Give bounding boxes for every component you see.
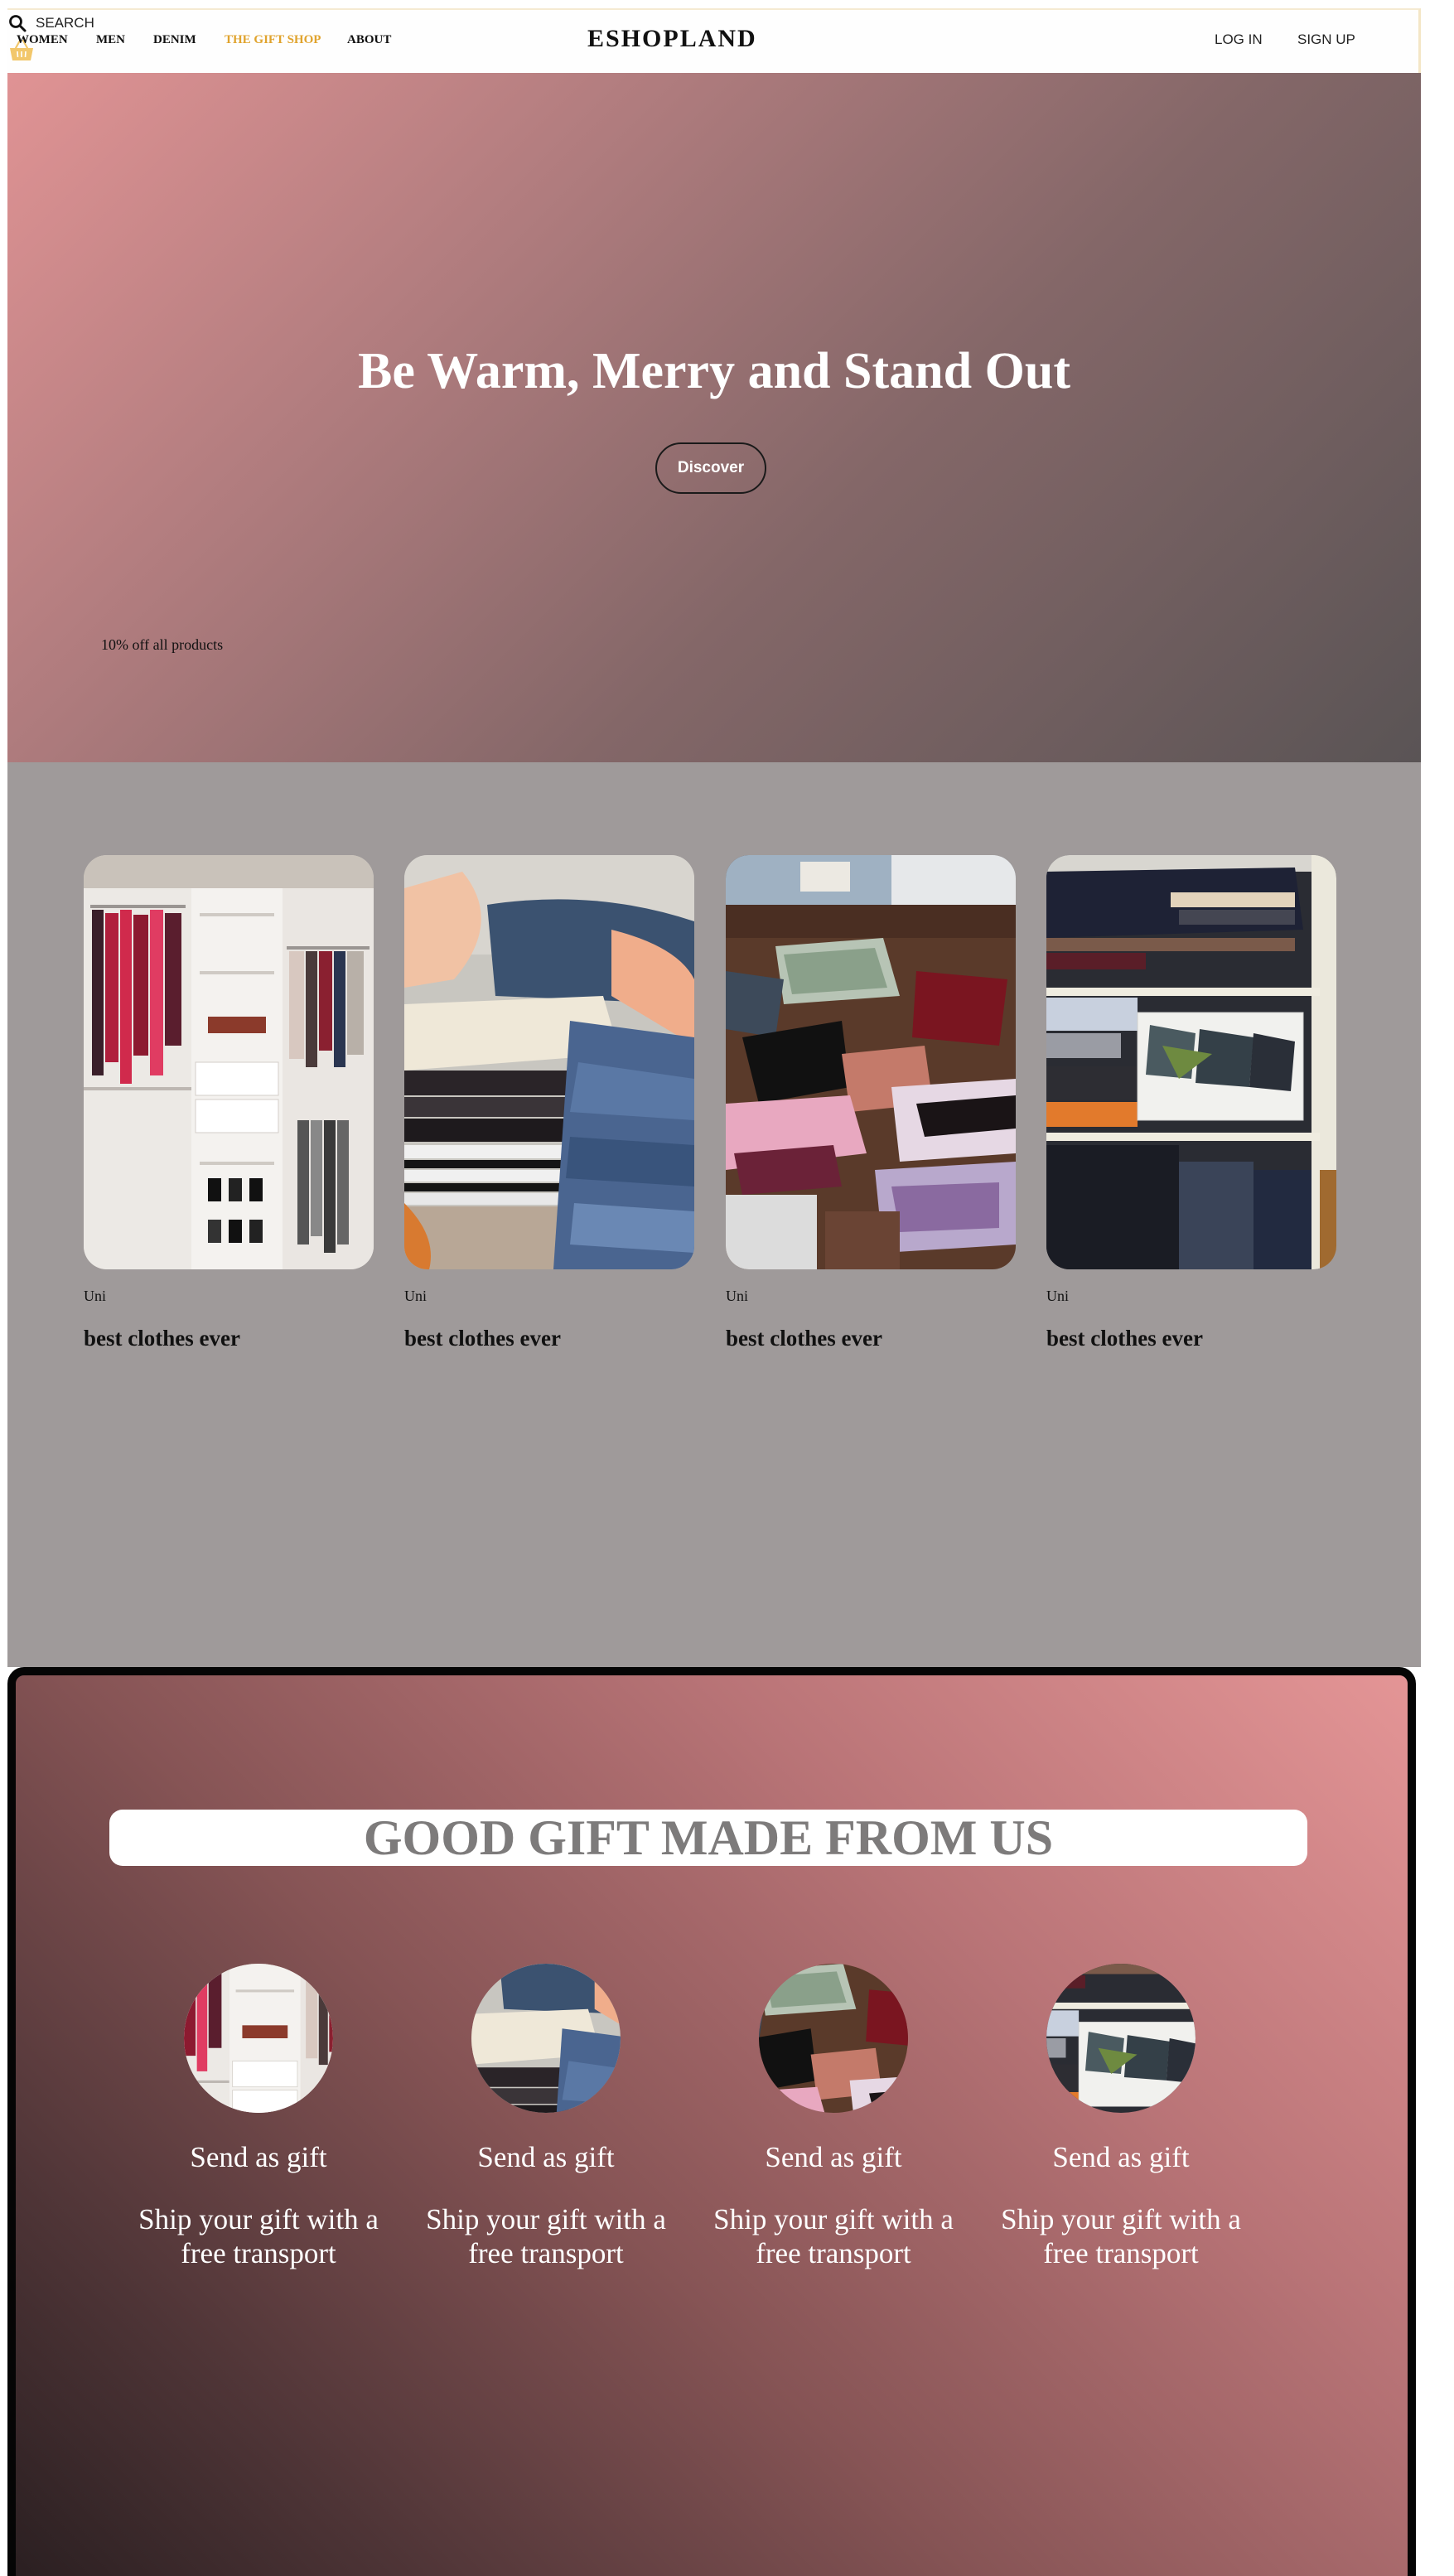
gift-title: Send as gift — [190, 2141, 327, 2173]
product-title[interactable]: best clothes ever — [404, 1326, 561, 1351]
product-category: Uni — [84, 1288, 106, 1304]
product-category: Uni — [1046, 1288, 1069, 1304]
product-grid: Uni best clothes ever Uni best clothes e… — [7, 762, 1421, 1667]
signup-link[interactable]: SIGN UP — [1297, 31, 1355, 48]
product-title[interactable]: best clothes ever — [1046, 1326, 1203, 1351]
gift-title: Send as gift — [477, 2141, 615, 2173]
product-title[interactable]: best clothes ever — [84, 1326, 240, 1351]
gift-description: Ship your gift with a free transport — [1001, 2203, 1241, 2269]
gift-title: Send as gift — [1052, 2141, 1190, 2173]
gift-thumbnail — [184, 1964, 333, 2113]
gift-feature: Send as gift Ship your gift with a free … — [134, 1964, 383, 2270]
gift-description: Ship your gift with a free transport — [713, 2203, 954, 2269]
nav-link-women[interactable]: WOMEN — [17, 33, 68, 47]
nav-link-gift-shop[interactable]: THE GIFT SHOP — [225, 33, 321, 47]
gift-feature: Send as gift Ship your gift with a free … — [709, 1964, 958, 2270]
gift-feature: Send as gift Ship your gift with a free … — [997, 1964, 1245, 2270]
top-navigation: WOMEN MEN DENIM THE GIFT SHOP ABOUT ESHO… — [7, 8, 1421, 73]
gift-thumbnail — [471, 1964, 621, 2113]
product-image[interactable] — [1046, 855, 1336, 1269]
product-title[interactable]: best clothes ever — [726, 1326, 882, 1351]
discover-button[interactable]: Discover — [655, 442, 766, 494]
login-link[interactable]: LOG IN — [1215, 31, 1263, 48]
gift-heading-banner: GOOD GIFT MADE FROM US — [109, 1810, 1307, 1866]
nav-link-denim[interactable]: DENIM — [153, 33, 196, 47]
gift-title: Send as gift — [765, 2141, 902, 2173]
gift-feature: Send as gift Ship your gift with a free … — [422, 1964, 670, 2270]
product-image[interactable] — [726, 855, 1016, 1269]
product-category: Uni — [404, 1288, 427, 1304]
product-card[interactable]: Uni best clothes ever — [84, 855, 374, 1351]
product-card[interactable]: Uni best clothes ever — [404, 855, 694, 1351]
hero-banner: Be Warm, Merry and Stand Out Discover 10… — [7, 73, 1421, 762]
nav-link-men[interactable]: MEN — [96, 33, 125, 47]
gift-thumbnail — [1046, 1964, 1196, 2113]
promo-text: 10% off all products — [101, 636, 224, 653]
nav-link-about[interactable]: ABOUT — [347, 33, 391, 47]
product-image[interactable] — [84, 855, 374, 1269]
product-card[interactable]: Uni best clothes ever — [726, 855, 1016, 1351]
product-category: Uni — [726, 1288, 748, 1304]
gift-section: GOOD GIFT MADE FROM US Send as gift Ship… — [7, 1667, 1416, 2576]
search-icon — [7, 13, 27, 33]
gift-heading: GOOD GIFT MADE FROM US — [363, 1810, 1054, 1865]
gift-description: Ship your gift with a free transport — [426, 2203, 666, 2269]
search-label: SEARCH — [36, 15, 94, 31]
hero-title: Be Warm, Merry and Stand Out — [358, 343, 1070, 399]
product-card[interactable]: Uni best clothes ever — [1046, 855, 1336, 1351]
gift-thumbnail — [759, 1964, 908, 2113]
brand-logo[interactable]: ESHOPLAND — [587, 25, 756, 53]
gift-description: Ship your gift with a free transport — [138, 2203, 379, 2269]
product-image[interactable] — [404, 855, 694, 1269]
